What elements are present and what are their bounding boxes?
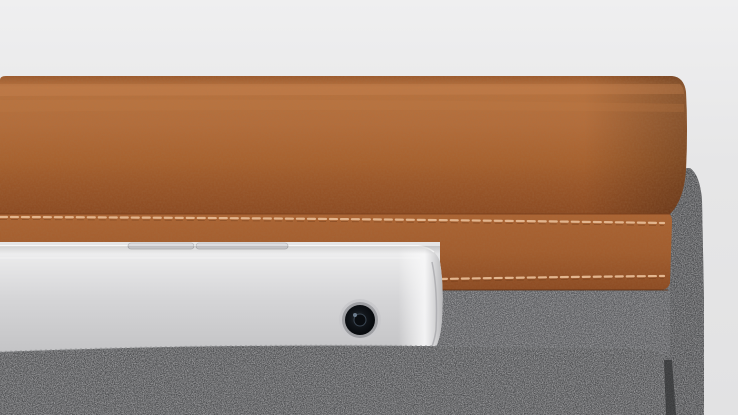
product-photo-scene: [0, 76, 704, 415]
felt-front-panel: [0, 344, 676, 415]
tablet-device: [0, 242, 443, 352]
felt-inner-panel: [430, 285, 670, 355]
product-photo: [0, 0, 738, 415]
camera-lens-icon: [339, 299, 381, 341]
